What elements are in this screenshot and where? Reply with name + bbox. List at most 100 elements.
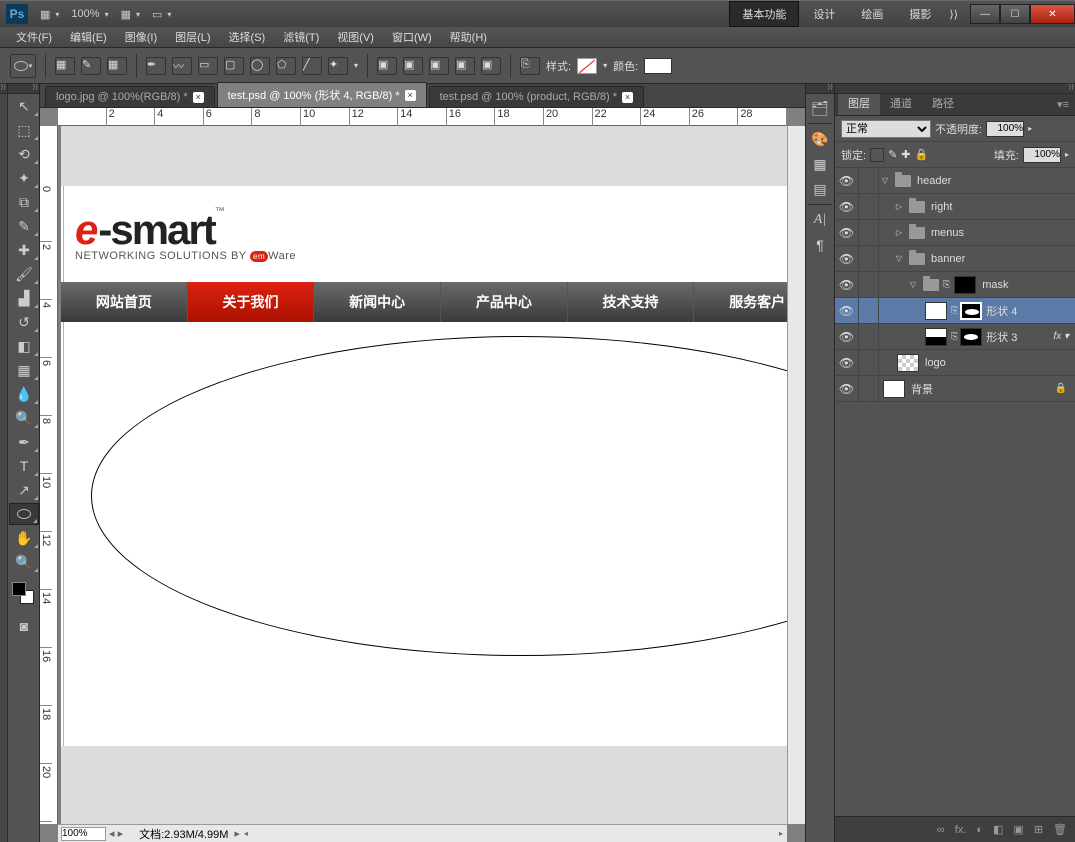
layer-row[interactable]: 👁▽banner [835,246,1075,272]
visibility-icon[interactable]: 👁 [835,272,859,297]
scrollbar-v[interactable] [787,126,805,824]
tool-freeform[interactable]: 〰 [172,57,192,75]
lasso-tool[interactable]: ⟲ [9,143,39,165]
pen-tool[interactable]: ✒ [9,431,39,453]
tool-custom[interactable]: ✦ [328,57,348,75]
panel-menu-icon[interactable]: ▾≡ [1051,94,1075,115]
combine-add[interactable]: ▣ [403,57,423,75]
tab-paths[interactable]: 路径 [922,91,964,115]
layer-row[interactable]: 👁▷menus [835,220,1075,246]
mode-paths[interactable]: ✎ [81,57,101,75]
quickmask-tool[interactable]: ◙ [9,615,39,637]
zoom-input[interactable] [61,827,106,841]
mask-icon[interactable]: ◐ [976,824,983,836]
mode-shape-layers[interactable]: ▦ [55,57,75,75]
mode-fill-pixels[interactable]: ▦ [107,57,127,75]
crop-tool[interactable]: ⧉ [9,191,39,213]
fill-input[interactable] [1023,147,1061,163]
menu-layer[interactable]: 图层(L) [167,26,218,48]
guide-line[interactable] [63,186,64,746]
layer-row[interactable]: 👁▽⎘mask [835,272,1075,298]
twisty-icon[interactable]: ▷ [893,228,905,237]
char-icon[interactable]: A| [808,209,832,231]
twisty-icon[interactable]: ▷ [893,202,905,211]
visibility-icon[interactable]: 👁 [835,376,859,401]
ws-paint[interactable]: 绘画 [849,2,895,26]
close-icon[interactable]: × [193,92,204,103]
blend-mode-select[interactable]: 正常 [841,120,931,138]
dodge-tool[interactable]: 🔍 [9,407,39,429]
tool-polygon[interactable]: ⬠ [276,57,296,75]
gradient-tool[interactable]: ▦ [9,359,39,381]
trash-icon[interactable]: 🗑 [1053,823,1067,836]
lock-all-icon[interactable]: 🔒 [915,148,929,161]
visibility-icon[interactable]: 👁 [835,194,859,219]
menu-window[interactable]: 窗口(W) [384,26,440,48]
visibility-icon[interactable]: 👁 [835,168,859,193]
adjustment-icon[interactable]: ◧ [993,823,1003,836]
styles-icon[interactable]: ▤ [808,178,832,200]
combine-exclude[interactable]: ▣ [481,57,501,75]
ruler-vertical[interactable]: 02468101214161820 [40,126,58,824]
layer-row[interactable]: 👁▽header [835,168,1075,194]
menu-edit[interactable]: 编辑(E) [62,26,115,48]
canvas[interactable]: e-smart™ NETWORKING SOLUTIONS BY emWare … [61,126,787,824]
layer-row[interactable]: 👁⎘形状 3fx ▾ [835,324,1075,350]
zoom-tool[interactable]: 🔍 [9,551,39,573]
color-swatch[interactable] [644,58,672,74]
move-tool[interactable]: ↖ [9,95,39,117]
group-icon[interactable]: ▣ [1013,823,1023,836]
fx-icon[interactable]: fx. [955,824,967,836]
twisty-icon[interactable]: ▽ [893,254,905,263]
heal-tool[interactable]: ✚ [9,239,39,261]
brush-tool[interactable]: 🖌 [9,263,39,285]
3d-tool[interactable]: ✋ [9,527,39,549]
stamp-tool[interactable]: ▟ [9,287,39,309]
tool-rect[interactable]: ▭ [198,57,218,75]
style-swatch[interactable] [577,58,597,74]
close-icon[interactable]: × [622,92,633,103]
color-icon[interactable]: 🎨 [808,128,832,150]
minimize-button[interactable]: — [970,4,1000,24]
ws-more[interactable]: ⟩⟩ [945,4,962,25]
close-button[interactable]: ✕ [1030,4,1075,24]
combine-new[interactable]: ▣ [377,57,397,75]
link-layers-icon[interactable]: ∞ [937,824,945,836]
tab-layers[interactable]: 图层 [838,91,880,115]
new-layer-icon[interactable]: ⊞ [1034,823,1043,836]
doc-tab[interactable]: logo.jpg @ 100%(RGB/8) *× [45,86,215,107]
menu-filter[interactable]: 滤镜(T) [275,26,327,48]
type-tool[interactable]: T [9,455,39,477]
menu-select[interactable]: 选择(S) [221,26,274,48]
menu-file[interactable]: 文件(F) [8,26,60,48]
combine-subtract[interactable]: ▣ [429,57,449,75]
menu-help[interactable]: 帮助(H) [442,26,495,48]
twisty-icon[interactable]: ▽ [879,176,891,185]
eyedropper-tool[interactable]: ✎ [9,215,39,237]
visibility-icon[interactable]: 👁 [835,324,859,349]
history-icon[interactable]: 🗂 [808,97,832,119]
opacity-input[interactable] [986,121,1024,137]
layer-row[interactable]: 👁⎘形状 4 [835,298,1075,324]
visibility-icon[interactable]: 👁 [835,298,859,323]
tool-ellipse[interactable]: ◯ [250,57,270,75]
close-icon[interactable]: × [405,90,416,101]
layer-row[interactable]: 👁logo [835,350,1075,376]
para-icon[interactable]: ¶ [808,234,832,256]
tool-pen[interactable]: ✒ [146,57,166,75]
ws-photo[interactable]: 摄影 [897,2,943,26]
color-picker[interactable] [8,578,39,614]
tb-arrange-dropdown[interactable]: ▦ [115,5,146,24]
layer-row[interactable]: 👁▷right [835,194,1075,220]
ellipse-tool[interactable] [9,503,39,525]
tab-channels[interactable]: 通道 [880,91,922,115]
tb-zoom-dropdown[interactable]: 100% [65,5,114,23]
current-tool-icon[interactable]: ▾ [10,54,36,78]
ws-design[interactable]: 设计 [801,2,847,26]
combine-intersect[interactable]: ▣ [455,57,475,75]
maximize-button[interactable]: ☐ [1000,4,1030,24]
tool-roundrect[interactable]: ▢ [224,57,244,75]
menu-view[interactable]: 视图(V) [329,26,382,48]
lock-paint-icon[interactable]: ✎ [888,148,897,161]
visibility-icon[interactable]: 👁 [835,246,859,271]
